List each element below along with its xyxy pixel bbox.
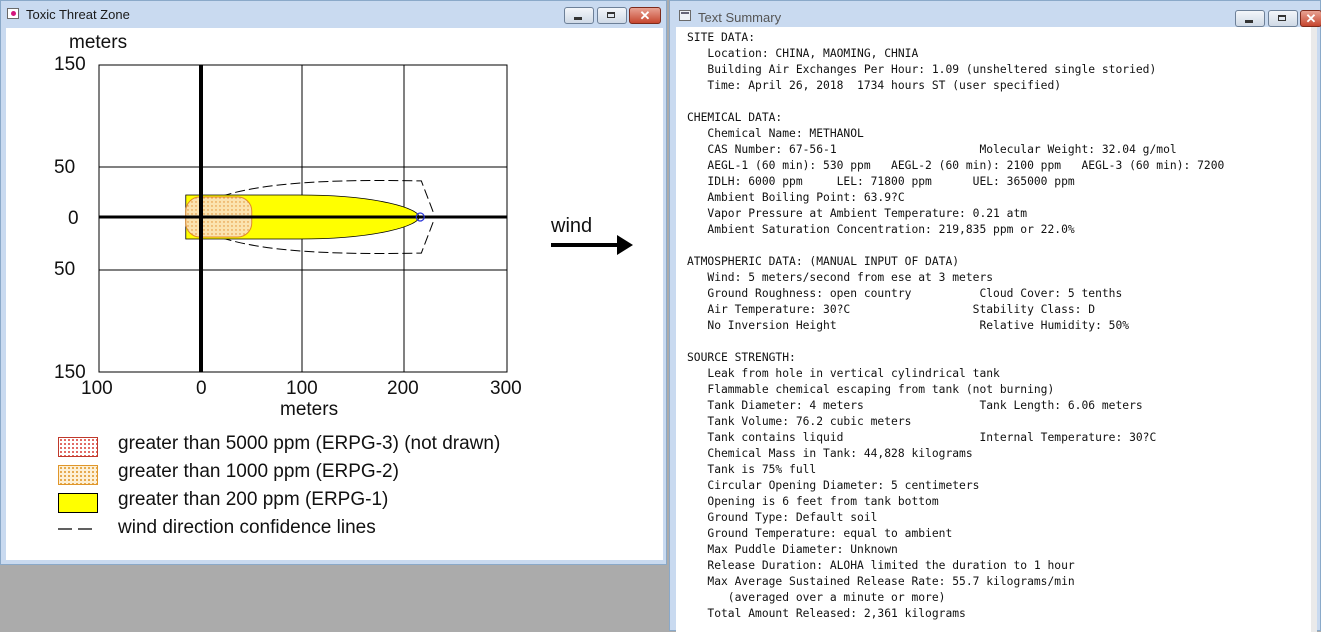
summary-line: Tank is 75% full — [687, 463, 817, 476]
summary-line: IDLH: 6000 ppm LEL: 71800 ppm UEL: 36500… — [687, 175, 1075, 188]
toxic-threat-zone-window: Toxic Threat Zone ✕ meters 150 50 0 50 150 1… — [0, 0, 667, 565]
summary-line: No Inversion Height Relative Humidity: 5… — [687, 319, 1130, 332]
text-summary-window: Text Summary ✕ SITE DATA: Location: CHIN… — [669, 0, 1321, 632]
window-app-icon[interactable] — [679, 10, 691, 21]
summary-line: Flammable chemical escaping from tank (n… — [687, 383, 1055, 396]
summary-line: AEGL-1 (60 min): 530 ppm AEGL-2 (60 min)… — [687, 159, 1225, 172]
summary-text: SITE DATA: Location: CHINA, MAOMING, CHN… — [687, 30, 1224, 622]
x-axis-title: meters — [280, 399, 339, 420]
y-tick-label: 0 — [68, 208, 79, 229]
y-tick-label: 150 — [54, 54, 86, 75]
summary-line — [687, 94, 1224, 110]
x-tick-label: 200 — [387, 378, 419, 399]
minimize-icon — [1236, 11, 1264, 26]
maximize-icon — [1269, 11, 1297, 26]
wind-arrow-icon — [551, 235, 633, 255]
summary-line: Max Average Sustained Release Rate: 55.7… — [687, 575, 1075, 588]
y-tick-label: 50 — [54, 157, 76, 178]
dashed-line-swatch — [58, 528, 98, 530]
summary-line: Opening is 6 feet from tank bottom — [687, 495, 939, 508]
erpg3-swatch — [58, 437, 98, 457]
summary-line — [687, 334, 1224, 350]
erpg1-swatch — [58, 493, 98, 513]
y-tick-label: 50 — [54, 259, 76, 280]
summary-line: SOURCE STRENGTH: — [687, 351, 796, 364]
summary-line: CHEMICAL DATA: — [687, 111, 783, 124]
summary-line: (averaged over a minute or more) — [687, 591, 946, 604]
x-tick-label: 300 — [490, 378, 522, 399]
summary-line: Total Amount Released: 2,361 kilograms — [687, 607, 966, 620]
minimize-icon — [565, 8, 593, 23]
summary-line: Leak from hole in vertical cylindrical t… — [687, 367, 1000, 380]
summary-line: Chemical Name: METHANOL — [687, 127, 864, 140]
x-tick-label: 100 — [81, 378, 113, 399]
maximize-button[interactable] — [1268, 10, 1298, 27]
summary-line: SITE DATA: — [687, 31, 756, 44]
summary-line: Circular Opening Diameter: 5 centimeters — [687, 479, 980, 492]
summary-line: Time: April 26, 2018 1734 hours ST (user… — [687, 79, 1062, 92]
summary-line: Max Puddle Diameter: Unknown — [687, 543, 898, 556]
summary-line: Air Temperature: 30?C Stability Class: D — [687, 303, 1096, 316]
summary-line: Wind: 5 meters/second from ese at 3 mete… — [687, 271, 994, 284]
summary-line: Chemical Mass in Tank: 44,828 kilograms — [687, 447, 973, 460]
summary-line: Ground Type: Default soil — [687, 511, 878, 524]
close-icon: ✕ — [1305, 11, 1317, 26]
minimize-button[interactable] — [564, 7, 594, 24]
summary-line: Tank Diameter: 4 meters Tank Length: 6.0… — [687, 399, 1143, 412]
summary-line: ATMOSPHERIC DATA: (MANUAL INPUT OF DATA) — [687, 255, 960, 268]
title-bar[interactable]: Toxic Threat Zone ✕ — [1, 1, 666, 28]
close-button[interactable]: ✕ — [1300, 10, 1321, 27]
summary-line — [687, 238, 1224, 254]
erpg2-swatch — [58, 465, 98, 485]
threat-zone-plot-area: meters 150 50 0 50 150 100 0 100 200 300 meters … — [6, 28, 663, 560]
close-button[interactable]: ✕ — [629, 7, 661, 24]
summary-line: Vapor Pressure at Ambient Temperature: 0… — [687, 207, 1028, 220]
summary-line: Ambient Boiling Point: 63.9?C — [687, 191, 905, 204]
summary-line: Location: CHINA, MAOMING, CHNIA — [687, 47, 919, 60]
title-bar[interactable]: Text Summary ✕ — [670, 1, 1321, 28]
summary-line: Ground Temperature: equal to ambient — [687, 527, 953, 540]
summary-line: Ground Roughness: open country Cloud Cov… — [687, 287, 1123, 300]
window-title: Text Summary — [698, 10, 782, 25]
legend-label: wind direction confidence lines — [118, 517, 376, 538]
y-axis-title: meters — [69, 32, 128, 53]
summary-line: Tank contains liquid Internal Temperatur… — [687, 431, 1157, 444]
summary-line: Tank Volume: 76.2 cubic meters — [687, 415, 912, 428]
window-app-icon[interactable] — [7, 8, 19, 19]
summary-line: Ambient Saturation Concentration: 219,83… — [687, 223, 1075, 236]
legend-label: greater than 1000 ppm (ERPG-2) — [118, 461, 399, 482]
summary-line: Release Duration: ALOHA limited the dura… — [687, 559, 1075, 572]
legend-label: greater than 5000 ppm (ERPG-3) (not draw… — [118, 433, 501, 454]
window-title: Toxic Threat Zone — [26, 7, 130, 22]
text-summary-content[interactable]: SITE DATA: Location: CHINA, MAOMING, CHN… — [676, 27, 1317, 632]
maximize-icon — [598, 8, 626, 23]
minimize-button[interactable] — [1235, 10, 1265, 27]
legend-label: greater than 200 ppm (ERPG-1) — [118, 489, 389, 510]
x-tick-label: 0 — [196, 378, 207, 399]
x-tick-label: 100 — [286, 378, 318, 399]
wind-direction-indicator: wind — [551, 215, 641, 265]
summary-line: Building Air Exchanges Per Hour: 1.09 (u… — [687, 63, 1157, 76]
vertical-scrollbar[interactable] — [1311, 27, 1317, 632]
summary-line: CAS Number: 67-56-1 Molecular Weight: 32… — [687, 143, 1177, 156]
maximize-button[interactable] — [597, 7, 627, 24]
close-icon: ✕ — [639, 8, 651, 23]
